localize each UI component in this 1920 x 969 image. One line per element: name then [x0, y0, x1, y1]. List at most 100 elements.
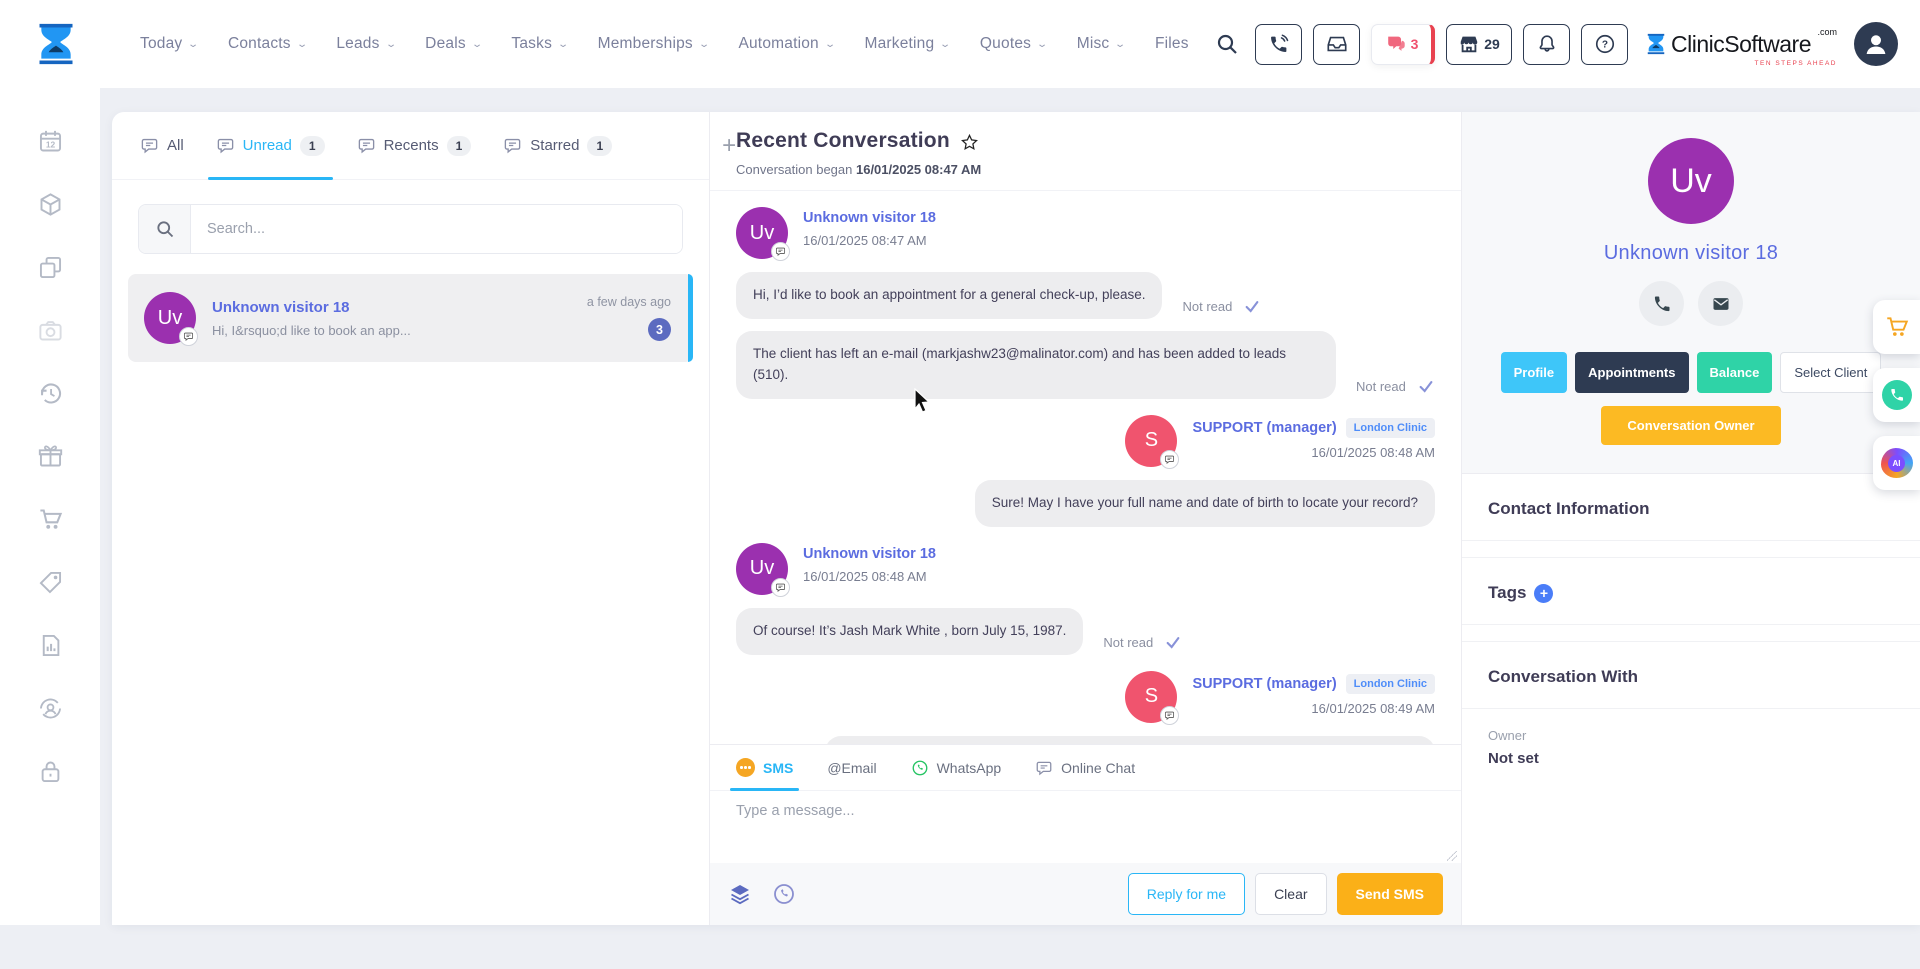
- clinic-badge: London Clinic: [1346, 418, 1435, 438]
- nav-leads[interactable]: Leads⌄: [336, 35, 395, 53]
- quick-cart-button[interactable]: [1873, 300, 1920, 354]
- conversation-time: a few days ago: [587, 295, 671, 309]
- profile-button[interactable]: Profile: [1501, 352, 1567, 393]
- nav-today[interactable]: Today⌄: [140, 35, 198, 53]
- message-time: 16/01/2025 08:47 AM: [803, 233, 936, 248]
- contact-panel: Uv Unknown visitor 18 Profile Appointmen…: [1462, 112, 1920, 925]
- nav-marketing[interactable]: Marketing⌄: [864, 35, 949, 53]
- message-time: 16/01/2025 08:48 AM: [803, 569, 936, 584]
- tab-starred[interactable]: Starred1: [503, 112, 612, 179]
- search-input[interactable]: [191, 205, 682, 253]
- user-sync-icon[interactable]: [37, 695, 64, 722]
- tab-all[interactable]: All: [140, 112, 184, 179]
- chat-button[interactable]: 3: [1371, 24, 1435, 65]
- phone-icon[interactable]: [1639, 281, 1684, 326]
- tab-recents[interactable]: Recents1: [357, 112, 472, 179]
- nav-contacts[interactable]: Contacts⌄: [228, 35, 306, 53]
- reply-for-me-button[interactable]: Reply for me: [1128, 873, 1245, 915]
- templates-layers-icon[interactable]: [728, 882, 752, 906]
- ai-icon: AI: [1881, 448, 1913, 478]
- calendar-icon[interactable]: [37, 128, 64, 155]
- message-bubble: The client has left an e-mail (markjashw…: [736, 331, 1336, 399]
- chevron-down-icon: ⌄: [296, 39, 308, 50]
- message-bubble: Sure! May I have your full name and date…: [975, 480, 1435, 527]
- chat-bubble-icon: [503, 136, 522, 155]
- sms-icon: [736, 758, 755, 777]
- nav-files[interactable]: Files: [1155, 35, 1189, 53]
- clinic-badge: London Clinic: [1346, 674, 1435, 694]
- channel-whatsapp[interactable]: WhatsApp: [911, 745, 1002, 790]
- channel-online-chat[interactable]: Online Chat: [1035, 745, 1135, 790]
- whatsapp-icon[interactable]: [772, 882, 796, 906]
- lock-icon[interactable]: [37, 758, 64, 785]
- email-icon[interactable]: [1698, 281, 1743, 326]
- nav-tasks[interactable]: Tasks⌄: [511, 35, 567, 53]
- channel-sms[interactable]: SMS: [736, 745, 793, 790]
- star-icon[interactable]: [960, 133, 979, 152]
- help-button[interactable]: [1581, 24, 1628, 65]
- balance-button[interactable]: Balance: [1697, 352, 1773, 393]
- selected-indicator: [688, 274, 693, 362]
- resize-handle[interactable]: [1447, 851, 1457, 861]
- clear-button[interactable]: Clear: [1255, 873, 1326, 915]
- message-time: 16/01/2025 08:49 AM: [1192, 701, 1435, 716]
- gift-icon[interactable]: [37, 443, 64, 470]
- nav-memberships[interactable]: Memberships⌄: [598, 35, 709, 53]
- avatar: Uv: [1648, 138, 1734, 224]
- tab-unread[interactable]: Unread1: [216, 112, 325, 179]
- send-sms-button[interactable]: Send SMS: [1337, 873, 1443, 915]
- chat-bubble-badge-icon: [771, 578, 790, 597]
- report-icon[interactable]: [37, 632, 64, 659]
- avatar: Uv: [736, 207, 788, 259]
- camera-icon[interactable]: [37, 317, 64, 344]
- recents-count-badge: 1: [447, 136, 472, 156]
- conversation-owner-button[interactable]: Conversation Owner: [1601, 406, 1780, 445]
- conversation-list-item[interactable]: Uv Unknown visitor 18 Hi, I&rsquo;d like…: [128, 274, 693, 362]
- store-button[interactable]: 29: [1446, 24, 1512, 65]
- inbox-button[interactable]: [1313, 24, 1360, 65]
- calls-button[interactable]: [1255, 24, 1302, 65]
- nav-deals[interactable]: Deals⌄: [425, 35, 481, 53]
- search-icon: [139, 205, 191, 253]
- copy-icon[interactable]: [37, 254, 64, 281]
- conversation-began: Conversation began 16/01/2025 08:47 AM: [736, 162, 1435, 177]
- sender-name: Unknown visitor 18: [803, 210, 936, 226]
- channel-email[interactable]: @Email: [827, 745, 876, 790]
- check-icon: [1418, 379, 1434, 395]
- sender-name: SUPPORT (manager)London Clinic: [1192, 418, 1435, 438]
- message-input[interactable]: [736, 803, 1435, 851]
- left-icon-rail: [0, 88, 100, 925]
- search-icon[interactable]: [1210, 27, 1244, 61]
- check-icon: [1244, 299, 1260, 315]
- owner-block: Owner Not set: [1462, 709, 1920, 786]
- appointments-button[interactable]: Appointments: [1575, 352, 1688, 393]
- main-card: All Unread1 Recents1 Starred1 + Uv: [112, 112, 1920, 925]
- nav-automation[interactable]: Automation⌄: [738, 35, 834, 53]
- quick-ai-button[interactable]: AI: [1873, 436, 1920, 490]
- conversation-name: Unknown visitor 18: [212, 299, 411, 316]
- message-group: S SUPPORT (manager)London Clinic 16/01/2…: [736, 671, 1435, 744]
- nav-quotes[interactable]: Quotes⌄: [980, 35, 1047, 53]
- quick-call-button[interactable]: [1873, 368, 1920, 422]
- add-tag-icon[interactable]: +: [1534, 584, 1553, 603]
- tag-icon[interactable]: [37, 569, 64, 596]
- user-avatar[interactable]: [1854, 22, 1898, 66]
- owner-value: Not set: [1488, 750, 1894, 767]
- chat-bubble-icon: [357, 136, 376, 155]
- nav-misc[interactable]: Misc⌄: [1077, 35, 1125, 53]
- compose-area: SMS @Email WhatsApp Online Chat Reply fo…: [710, 744, 1461, 925]
- chat-list-panel: All Unread1 Recents1 Starred1 + Uv: [112, 112, 710, 925]
- message-time: 16/01/2025 08:48 AM: [1192, 445, 1435, 460]
- notifications-button[interactable]: [1523, 24, 1570, 65]
- history-icon[interactable]: [37, 380, 64, 407]
- cart-icon: [1884, 314, 1910, 340]
- chat-bubble-badge-icon: [179, 327, 198, 346]
- select-client-button[interactable]: Select Client: [1780, 352, 1881, 393]
- read-status: Not read: [1182, 299, 1232, 314]
- package-icon[interactable]: [37, 191, 64, 218]
- hourglass-logo-icon[interactable]: [30, 16, 82, 72]
- chevron-down-icon: ⌄: [188, 39, 200, 50]
- clinic-crm-app: Today⌄ Contacts⌄ Leads⌄ Deals⌄ Tasks⌄ Me…: [0, 0, 1920, 969]
- workspace: All Unread1 Recents1 Starred1 + Uv: [0, 88, 1920, 969]
- cart-icon[interactable]: [37, 506, 64, 533]
